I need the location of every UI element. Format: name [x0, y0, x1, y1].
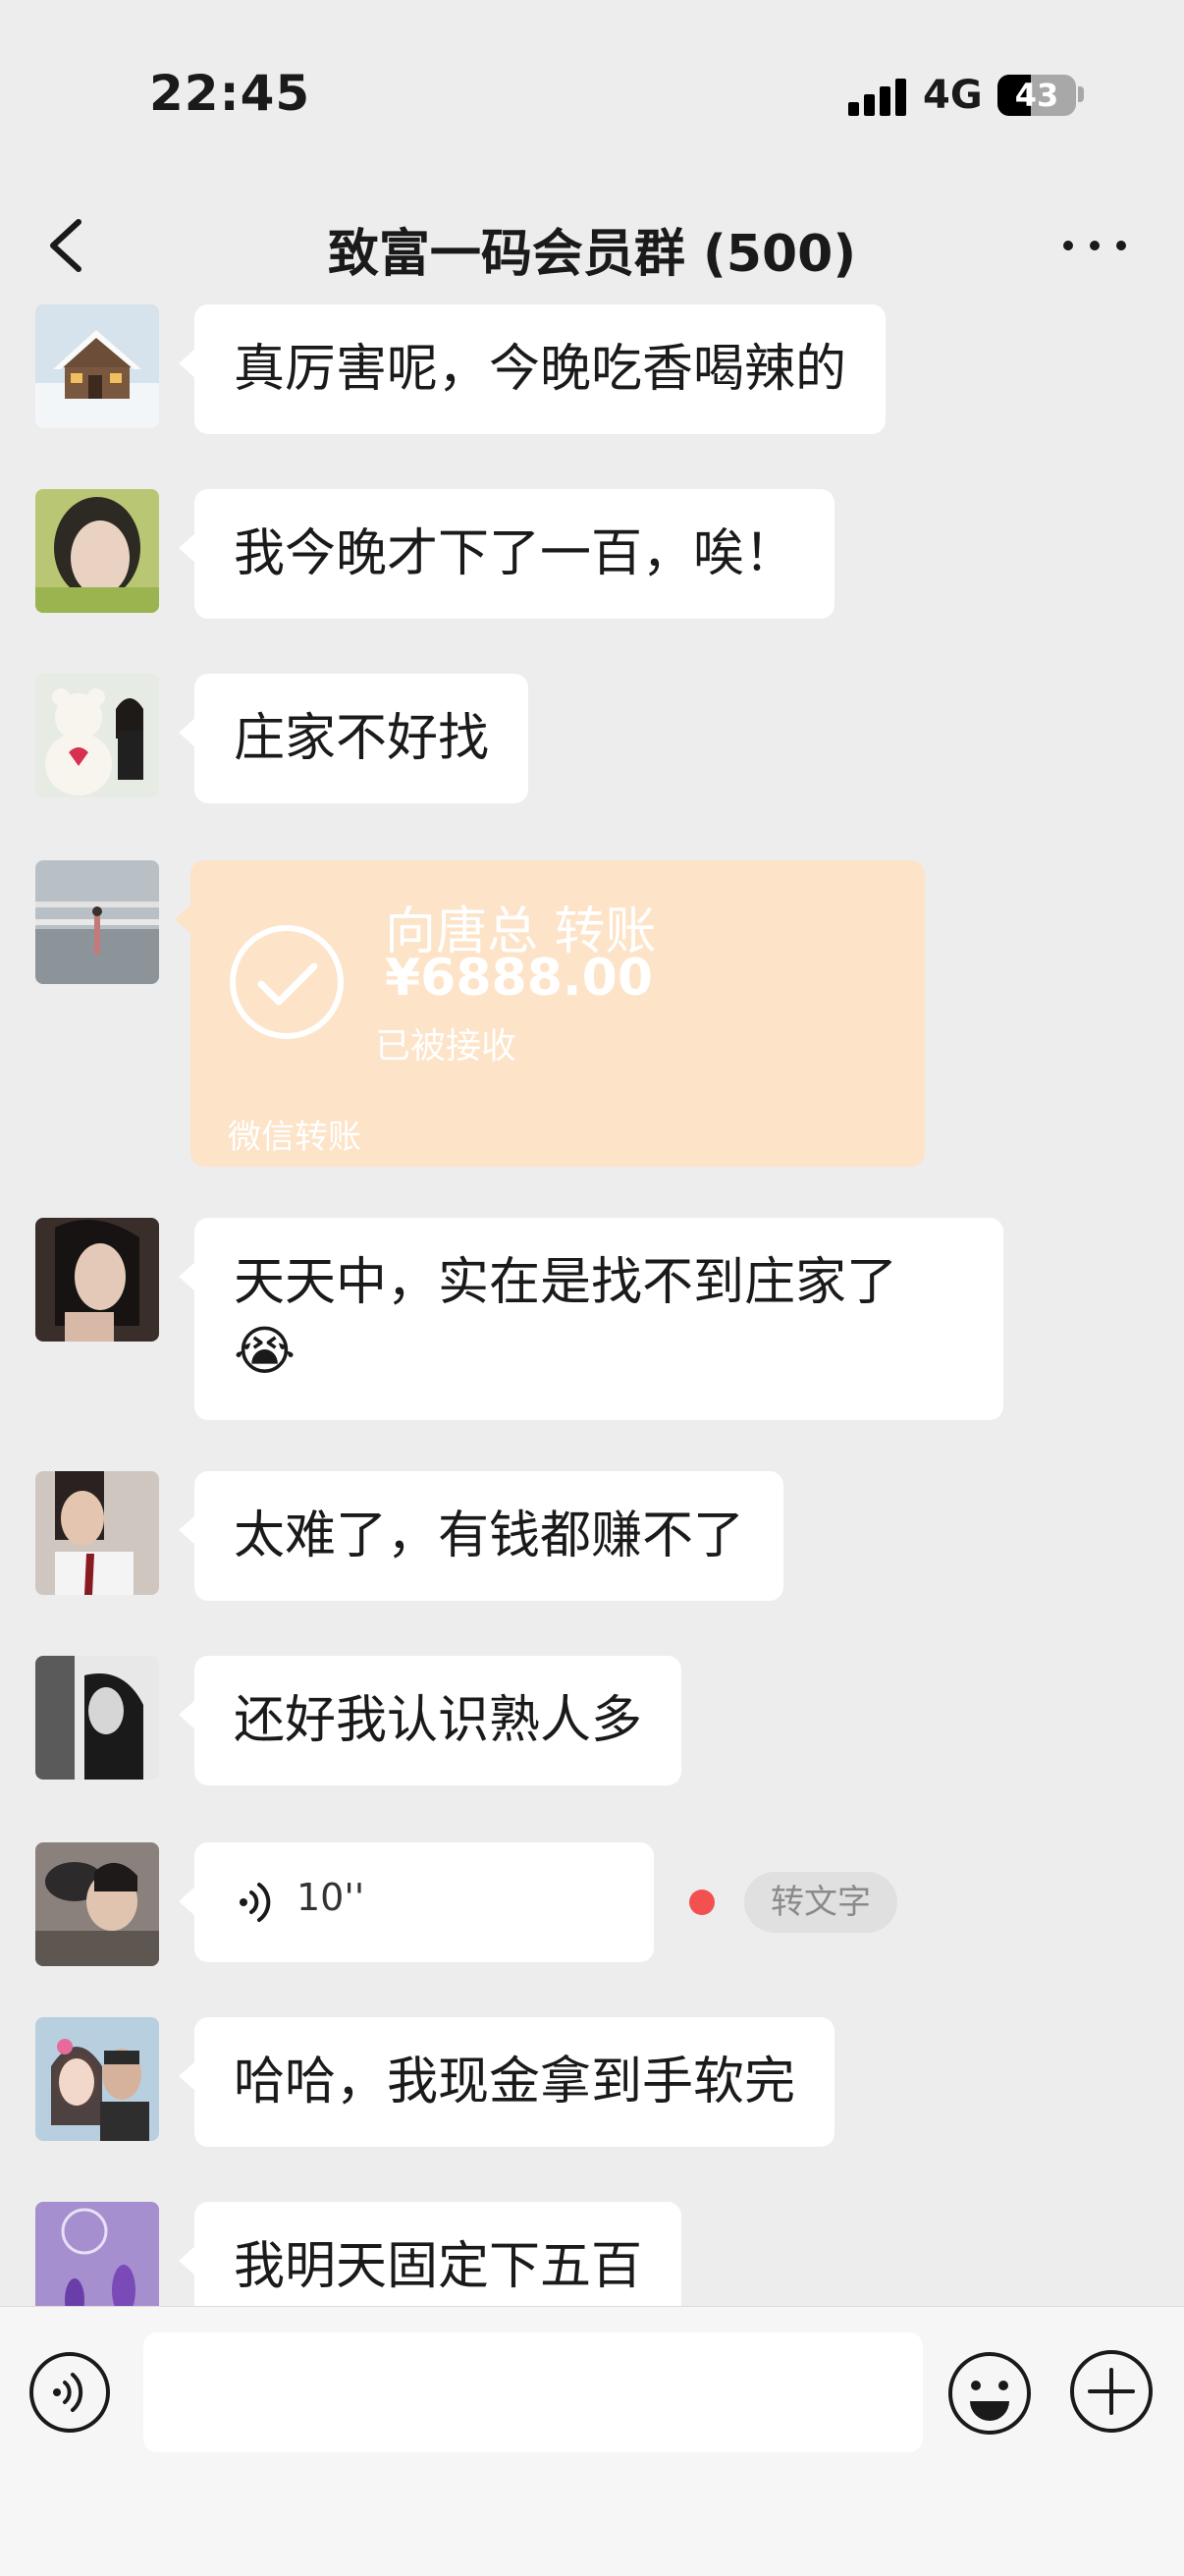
transfer-label: 微信转账 [228, 1118, 361, 1157]
plus-icon[interactable] [1068, 2348, 1155, 2435]
battery-icon: 43 [997, 75, 1076, 116]
man-suit-avatar-icon [35, 1471, 159, 1595]
battery-tip [1078, 86, 1084, 102]
couple-cat-avatar-icon [35, 1842, 159, 1966]
message-bubble[interactable]: 庄家不好找 [178, 674, 529, 803]
battery-percent: 43 [1014, 77, 1059, 114]
message-bubble[interactable]: 哈哈，我现金拿到手软完 [178, 2017, 835, 2147]
message-bubble[interactable]: 还好我认识熟人多 [178, 1656, 682, 1785]
status-time: 22:45 [149, 65, 311, 122]
cabin-snow-avatar-icon [35, 304, 159, 428]
couple-selfie-avatar-icon [35, 2017, 159, 2141]
message-list[interactable]: 真厉害呢，今晚吃香喝辣的 我今晚才下了一百，唉！ 庄家不好找 向唐总 转账 ¥6… [0, 285, 1184, 2306]
avatar[interactable] [35, 1842, 159, 1966]
convert-to-text-button[interactable]: 转文字 [744, 1872, 897, 1933]
voice-duration: 10'' [296, 1876, 365, 1919]
transfer-amount: ¥6888.00 [385, 949, 654, 1008]
avatar[interactable] [35, 304, 159, 428]
message-bubble[interactable]: 天天中，实在是找不到庄家了 😭 [179, 1218, 1003, 1420]
voice-input-icon[interactable] [27, 2350, 112, 2435]
avatar[interactable] [35, 1218, 159, 1342]
avatar[interactable] [35, 489, 159, 613]
avatar[interactable] [35, 1656, 159, 1780]
airport-avatar-icon [35, 860, 159, 984]
crying-laughing-emoji: 😭 [234, 1320, 296, 1382]
check-circle-icon [230, 925, 344, 1039]
more-dots-icon [1063, 241, 1126, 250]
woman-dark-avatar-icon [35, 1218, 159, 1342]
message-bubble[interactable]: 我明天固定下五百 [178, 2202, 682, 2306]
voice-wave-icon [240, 1883, 271, 1922]
avatar[interactable] [35, 2202, 159, 2306]
avatar[interactable] [35, 860, 159, 984]
emoji-icon[interactable] [946, 2350, 1033, 2437]
girl-portrait-avatar-icon [35, 489, 159, 613]
back-button[interactable] [39, 214, 98, 277]
voice-message[interactable]: 10'' [179, 1842, 654, 1962]
unread-dot [689, 1890, 715, 1915]
message-input[interactable] [143, 2332, 923, 2452]
network-type: 4G [923, 73, 983, 118]
lavender-avatar-icon [35, 2202, 159, 2306]
message-bubble[interactable]: 我今晚才下了一百，唉！ [178, 489, 835, 619]
avatar[interactable] [35, 2017, 159, 2141]
signal-icon [848, 77, 907, 116]
chevron-left-icon [50, 219, 81, 272]
transfer-status: 已被接收 [375, 1026, 517, 1067]
message-bubble[interactable]: 太难了，有钱都赚不了 [178, 1471, 784, 1601]
message-text: 天天中，实在是找不到庄家了 [234, 1253, 898, 1312]
avatar[interactable] [35, 674, 159, 797]
transfer-card[interactable]: 向唐总 转账 ¥6888.00 已被接收 微信转账 [175, 860, 925, 1167]
teddy-bear-avatar-icon [35, 674, 159, 797]
avatar[interactable] [35, 1471, 159, 1595]
input-bar [0, 2306, 1184, 2576]
more-button[interactable] [1060, 226, 1129, 265]
message-bubble[interactable]: 真厉害呢，今晚吃香喝辣的 [178, 304, 887, 434]
bw-woman-avatar-icon [35, 1656, 159, 1780]
chat-title: 致富一码会员群 (500) [327, 225, 857, 284]
